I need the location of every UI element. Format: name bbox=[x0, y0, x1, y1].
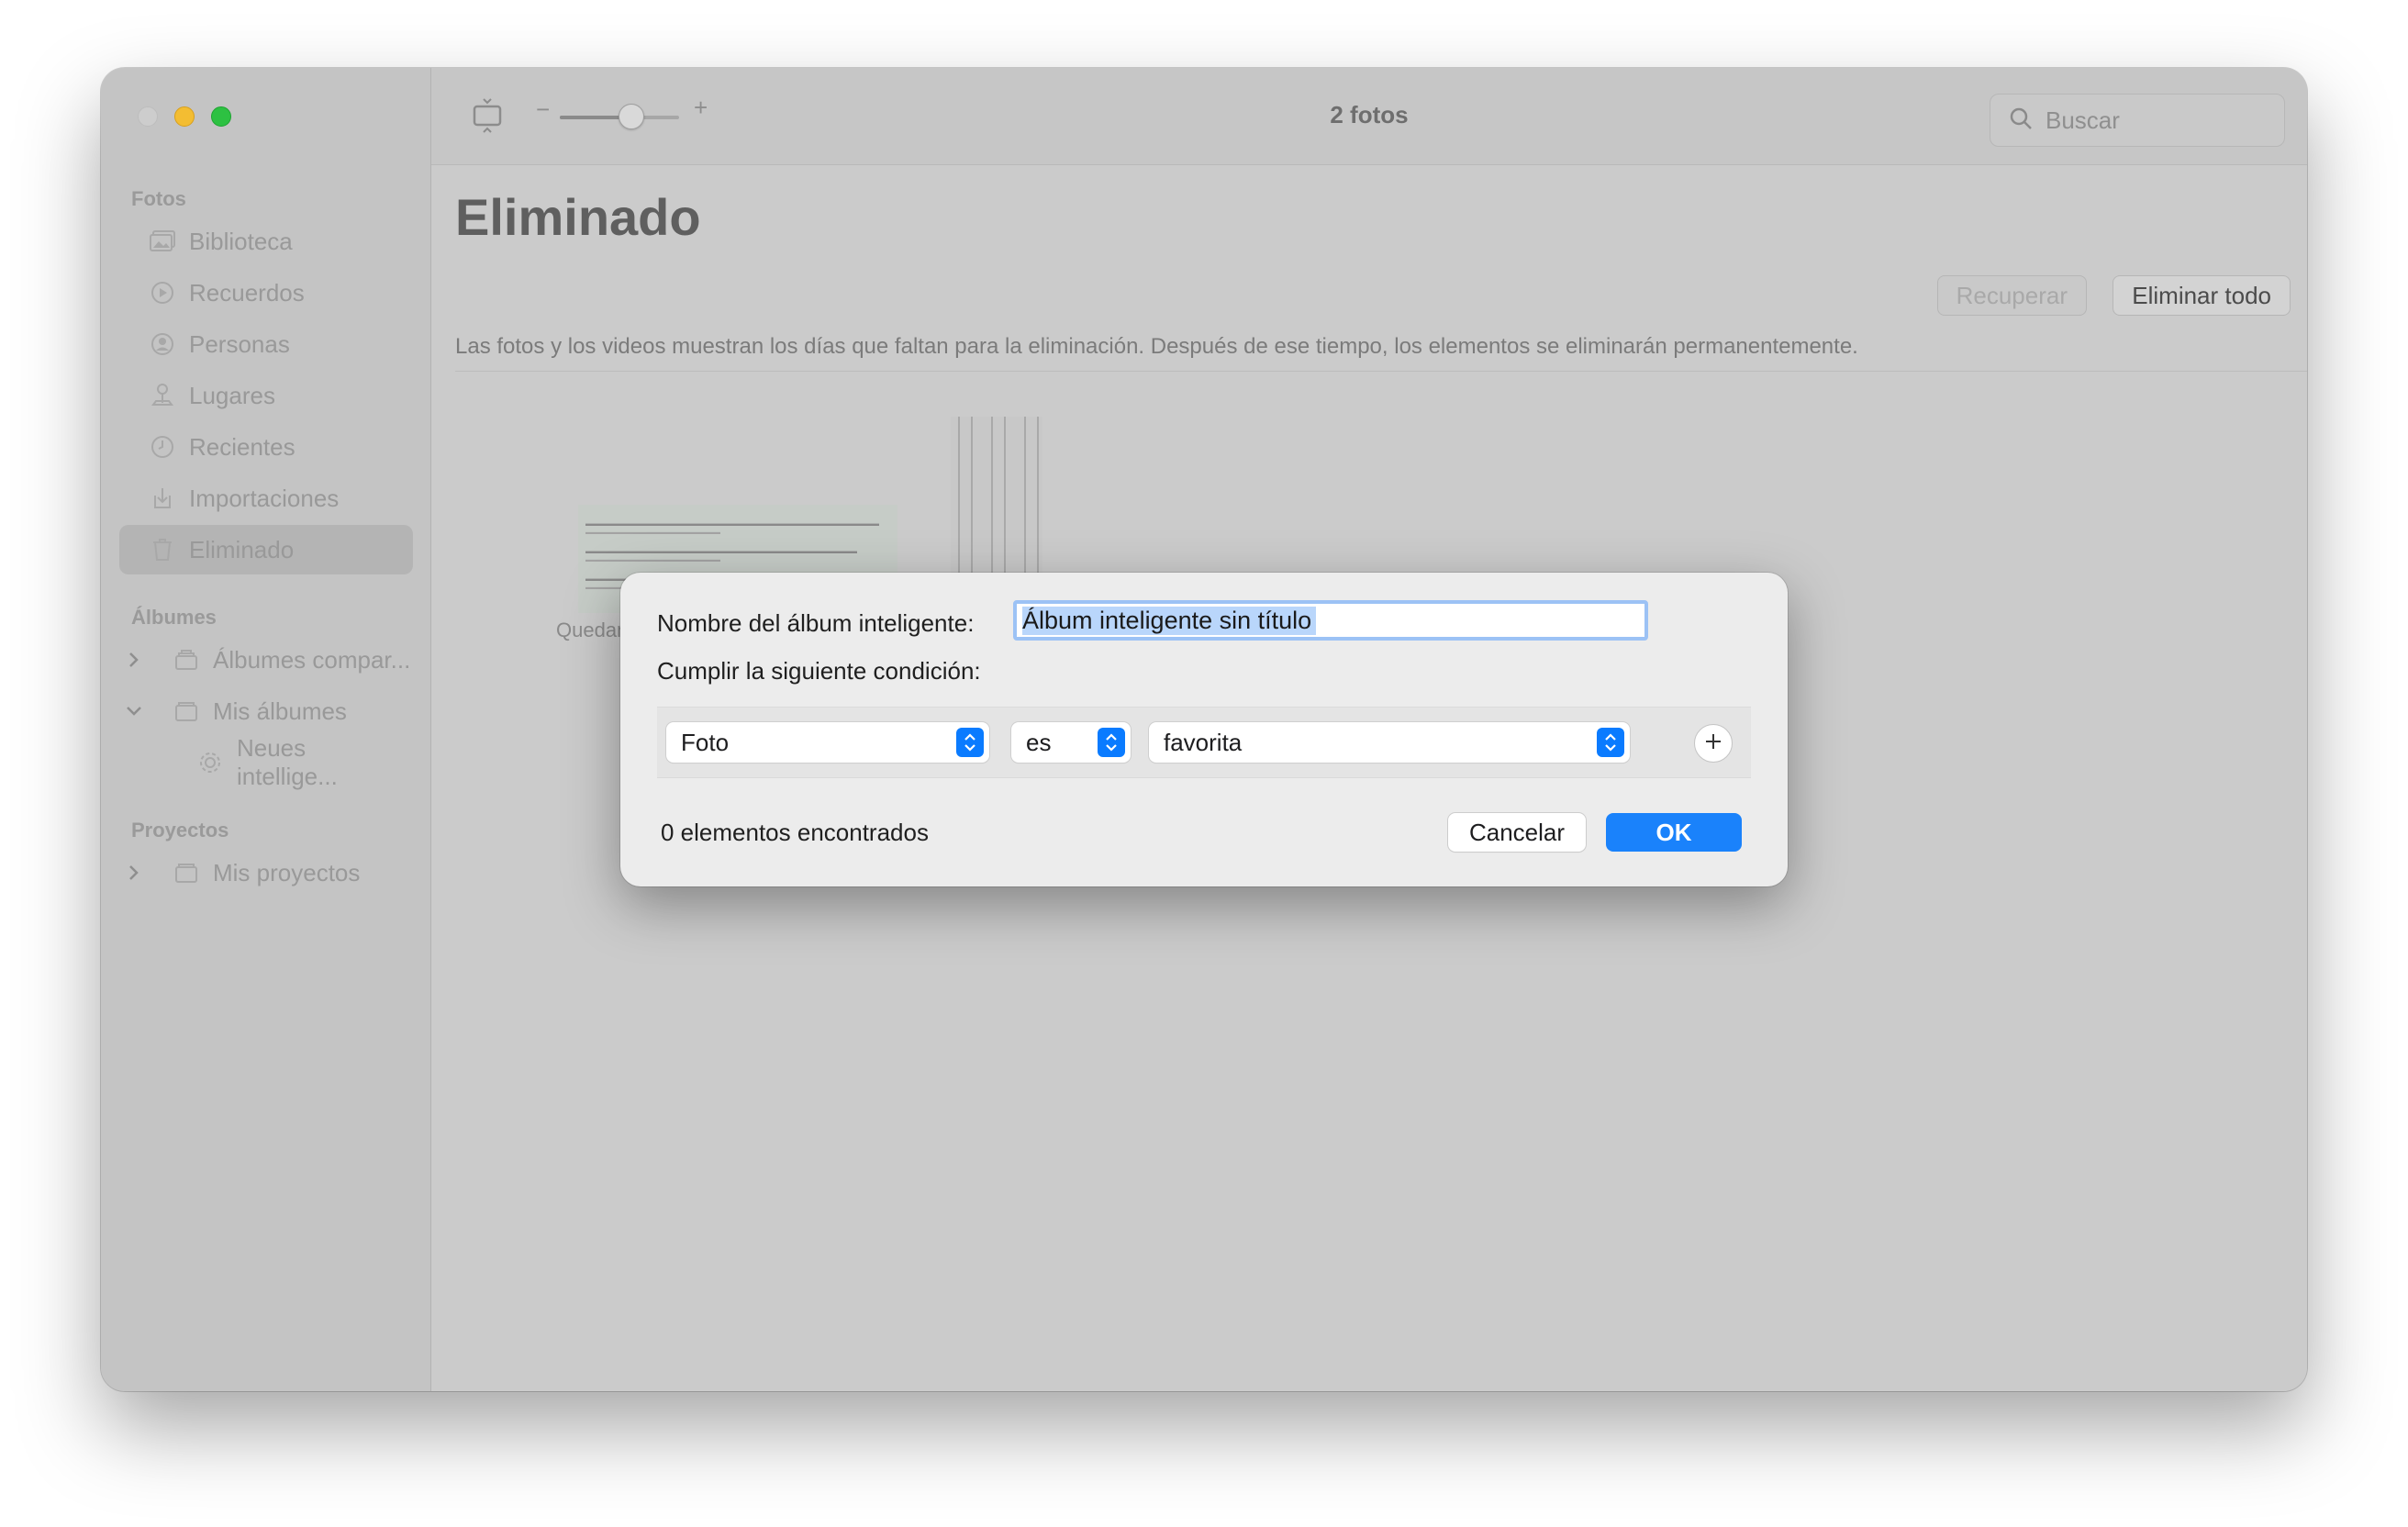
folder-icon bbox=[173, 697, 200, 725]
album-name-field[interactable] bbox=[1013, 600, 1648, 641]
smart-album-dialog: Nombre del álbum inteligente: Cumplir la… bbox=[620, 573, 1788, 886]
sidebar-item-smart-album[interactable]: Neues intellige... bbox=[119, 734, 413, 790]
photos-window: Fotos Biblioteca Recuerdos Personas Luga… bbox=[101, 68, 2307, 1391]
found-count: 0 elementos encontrados bbox=[661, 819, 929, 846]
import-icon bbox=[149, 485, 176, 512]
chevron-down-icon[interactable] bbox=[125, 706, 143, 717]
condition-value-select[interactable]: favorita bbox=[1149, 722, 1630, 763]
search-field[interactable] bbox=[1990, 94, 2285, 147]
select-value: favorita bbox=[1164, 728, 1243, 756]
sidebar-item-imports[interactable]: Importaciones bbox=[119, 474, 413, 523]
sidebar: Fotos Biblioteca Recuerdos Personas Luga… bbox=[101, 68, 431, 1391]
album-name-label: Nombre del álbum inteligente: bbox=[657, 609, 975, 637]
sidebar-item-recents[interactable]: Recientes bbox=[119, 422, 413, 472]
sidebar-item-label: Mis álbumes bbox=[213, 697, 347, 725]
condition-field-select[interactable]: Foto bbox=[666, 722, 989, 763]
maximize-button[interactable] bbox=[211, 106, 231, 127]
updown-arrows-icon bbox=[1098, 728, 1125, 757]
select-value: es bbox=[1026, 728, 1052, 756]
minimize-button[interactable] bbox=[174, 106, 195, 127]
sidebar-item-label: Recuerdos bbox=[189, 278, 305, 307]
folder-icon bbox=[173, 859, 200, 886]
shared-albums-icon bbox=[173, 646, 200, 674]
search-input[interactable] bbox=[2046, 106, 2266, 135]
sidebar-section-projects: Proyectos bbox=[131, 819, 229, 842]
divider bbox=[455, 371, 2307, 372]
delete-all-button[interactable]: Eliminar todo bbox=[2113, 275, 2291, 316]
page-title: Eliminado bbox=[455, 188, 701, 246]
sidebar-item-label: Álbumes compar... bbox=[213, 645, 411, 674]
sidebar-item-library[interactable]: Biblioteca bbox=[119, 217, 413, 266]
album-name-input[interactable] bbox=[1022, 606, 1316, 635]
sidebar-item-label: Eliminado bbox=[189, 535, 295, 563]
sidebar-item-memories[interactable]: Recuerdos bbox=[119, 268, 413, 318]
cancel-button[interactable]: Cancelar bbox=[1448, 813, 1586, 852]
updown-arrows-icon bbox=[1597, 728, 1624, 757]
people-icon bbox=[149, 330, 176, 358]
window-controls bbox=[138, 106, 231, 127]
sidebar-item-label: Neues intellige... bbox=[236, 734, 338, 790]
sidebar-item-label: Recientes bbox=[189, 432, 295, 461]
toolbar: − + 2 fotos bbox=[431, 68, 2307, 165]
sidebar-item-people[interactable]: Personas bbox=[119, 319, 413, 369]
select-value: Foto bbox=[681, 728, 730, 756]
sidebar-item-shared-albums[interactable]: Álbumes compar... bbox=[119, 635, 413, 685]
updown-arrows-icon bbox=[956, 728, 984, 757]
photo-library-icon bbox=[149, 228, 176, 255]
memories-icon bbox=[149, 279, 176, 307]
sidebar-item-places[interactable]: Lugares bbox=[119, 371, 413, 420]
sidebar-section-albums: Álbumes bbox=[131, 606, 217, 629]
chevron-right-icon[interactable] bbox=[125, 652, 143, 668]
sidebar-item-label: Mis proyectos bbox=[213, 858, 361, 886]
sidebar-section-photos: Fotos bbox=[131, 187, 186, 210]
trash-icon bbox=[149, 536, 176, 563]
recover-button[interactable]: Recuperar bbox=[1936, 275, 2087, 316]
search-icon bbox=[2009, 106, 2033, 135]
condition-row: Foto es favorita bbox=[657, 707, 1751, 778]
chevron-right-icon[interactable] bbox=[125, 864, 143, 881]
clock-icon bbox=[149, 433, 176, 461]
smart-album-gear-icon bbox=[196, 749, 224, 776]
page-description: Las fotos y los videos muestran los días… bbox=[455, 334, 1858, 359]
condition-operator-select[interactable]: es bbox=[1011, 722, 1131, 763]
places-pin-icon bbox=[149, 382, 176, 409]
sidebar-item-deleted[interactable]: Eliminado bbox=[119, 525, 413, 574]
condition-label: Cumplir la siguiente condición: bbox=[657, 657, 981, 685]
ok-button[interactable]: OK bbox=[1606, 813, 1742, 852]
sidebar-item-label: Importaciones bbox=[189, 484, 340, 512]
sidebar-item-my-projects[interactable]: Mis proyectos bbox=[119, 848, 413, 897]
add-condition-button[interactable] bbox=[1694, 724, 1733, 763]
plus-icon bbox=[1703, 731, 1723, 756]
sidebar-item-label: Personas bbox=[189, 329, 290, 358]
sidebar-item-my-albums[interactable]: Mis álbumes bbox=[119, 686, 413, 736]
sidebar-item-label: Biblioteca bbox=[189, 227, 293, 255]
close-button[interactable] bbox=[138, 106, 158, 127]
sidebar-item-label: Lugares bbox=[189, 381, 275, 409]
